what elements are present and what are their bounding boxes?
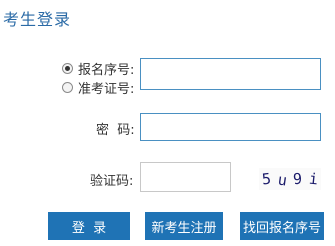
captcha-label: 验证码: (90, 174, 134, 189)
radio-admission-ticket[interactable] (62, 82, 73, 93)
recover-id-button[interactable]: 找回报名序号 (240, 212, 324, 240)
radio-label-admission-ticket: 准考证号: (78, 82, 135, 97)
radio-option-registration-number[interactable]: 报名序号: (62, 59, 134, 78)
register-button[interactable]: 新考生注册 (145, 212, 223, 240)
password-label: 密 码: (96, 123, 135, 138)
captcha-char: 9 (292, 169, 303, 189)
captcha-image[interactable]: 5 u 9 i (259, 168, 321, 190)
login-page: 考生登录 报名序号: 准考证号: 密 码: 验证码: 5 u 9 i 登 录 新… (0, 0, 335, 246)
radio-option-admission-ticket[interactable]: 准考证号: (62, 78, 134, 97)
captcha-char: 5 (261, 169, 273, 189)
captcha-input[interactable] (140, 162, 231, 192)
radio-label-registration-number: 报名序号: (78, 63, 135, 78)
radio-registration-number[interactable] (62, 63, 73, 74)
password-input[interactable] (140, 113, 321, 141)
id-number-input[interactable] (140, 58, 321, 90)
page-title: 考生登录 (3, 10, 72, 29)
captcha-char: i (307, 169, 319, 189)
login-button[interactable]: 登 录 (48, 212, 130, 240)
captcha-char: u (276, 170, 288, 190)
